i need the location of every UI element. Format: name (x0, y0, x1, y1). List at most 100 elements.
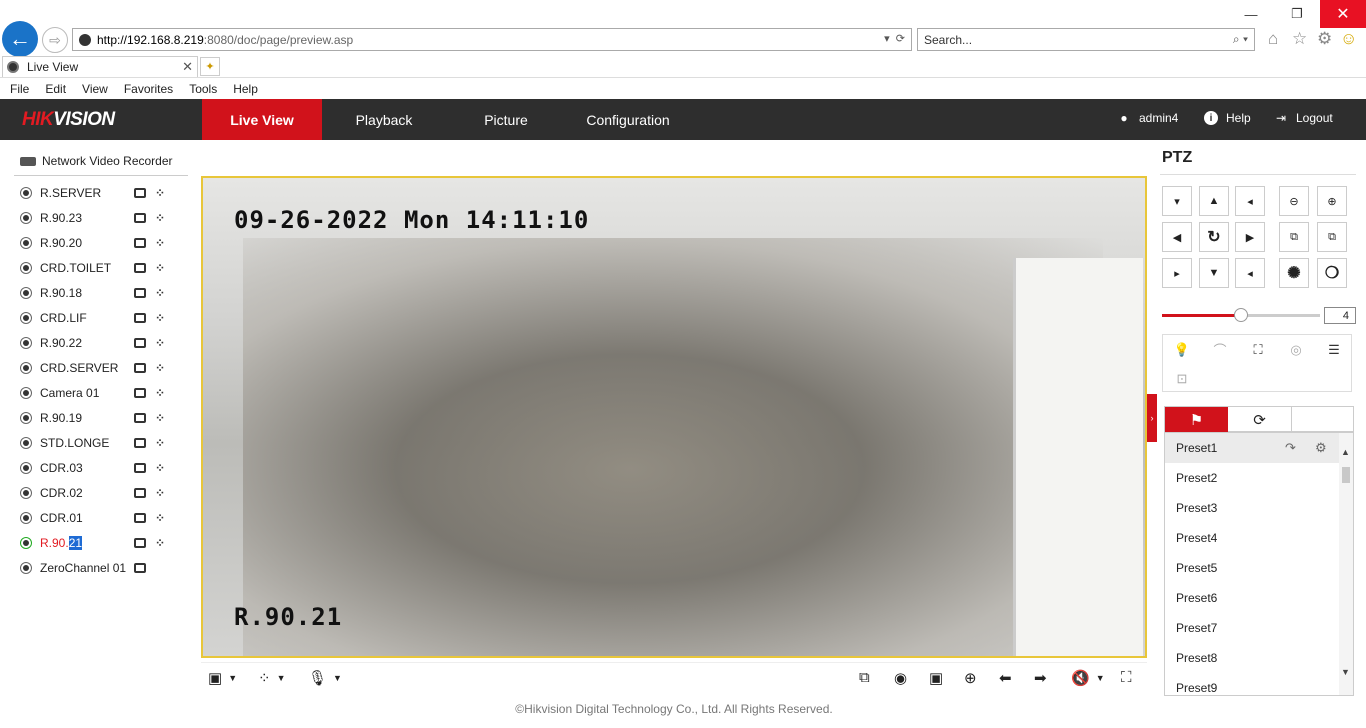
tab-patrol[interactable]: ⟳ (1228, 407, 1291, 432)
menu-button[interactable]: ☰ (1315, 335, 1353, 364)
camera-item[interactable]: CRD.TOILET ⁘ (20, 258, 190, 278)
iris-open-button[interactable]: ✺ (1279, 258, 1309, 288)
stream-icon[interactable]: ⁘ (155, 461, 165, 475)
preset-item[interactable]: Preset3 (1165, 493, 1341, 523)
preset-item[interactable]: Preset5 (1165, 553, 1341, 583)
restore-button[interactable]: ❐ (1274, 0, 1320, 28)
record-icon[interactable] (134, 338, 146, 348)
record-icon[interactable] (134, 563, 146, 573)
stream-icon[interactable]: ⁘ (155, 336, 165, 350)
menu-help[interactable]: Help (233, 82, 258, 96)
ptz-auto-scan-button[interactable]: ↻ (1199, 222, 1229, 252)
ptz-left-button[interactable]: ◀ (1162, 222, 1192, 252)
ptz-down-right-button[interactable]: ◂ (1235, 258, 1265, 288)
ptz-speed-slider[interactable] (1162, 308, 1320, 322)
stream-icon[interactable]: ⁘ (155, 236, 165, 250)
logout-link[interactable]: ⇥ Logout (1274, 111, 1333, 125)
back-button[interactable]: ← (2, 21, 38, 57)
record-icon[interactable] (134, 463, 146, 473)
light-button[interactable]: 💡 (1163, 335, 1201, 364)
record-icon[interactable] (134, 488, 146, 498)
focus-far-button[interactable]: ⧉ (1317, 222, 1347, 252)
tab-configuration[interactable]: Configuration (566, 99, 690, 140)
close-window-button[interactable]: ✕ (1320, 0, 1366, 28)
camera-item[interactable]: R.90.19 ⁘ (20, 408, 190, 428)
camera-item[interactable]: R.90.23 ⁘ (20, 208, 190, 228)
ptz-up-button[interactable]: ▲ (1199, 186, 1229, 216)
wiper-button[interactable]: ⌒ (1201, 335, 1239, 364)
record-icon[interactable] (134, 438, 146, 448)
window-layout-button[interactable]: ▣ ▼ (208, 669, 237, 687)
settings-gear-icon[interactable]: ⚙ (1317, 29, 1332, 49)
refresh-icon[interactable]: ▾ ⟳ (884, 32, 905, 45)
address-bar[interactable]: http://192.168.8.219:8080/doc/page/previ… (72, 28, 912, 51)
preset-scrollbar[interactable]: ▲ ▼ (1339, 433, 1353, 695)
home-icon[interactable]: ⌂ (1268, 29, 1278, 49)
camera-item[interactable]: R.SERVER ⁘ (20, 183, 190, 203)
stream-icon[interactable]: ⁘ (155, 261, 165, 275)
ptz-down-left-button[interactable]: ▸ (1162, 258, 1192, 288)
new-tab-button[interactable]: ✦ (200, 57, 220, 76)
capture-button[interactable]: ◉ (894, 669, 907, 687)
auxiliary-focus-button[interactable]: ⛶ (1239, 335, 1277, 364)
stream-icon[interactable]: ⁘ (155, 411, 165, 425)
record-icon[interactable] (134, 263, 146, 273)
camera-item[interactable]: CRD.LIF ⁘ (20, 308, 190, 328)
stream-icon[interactable]: ⁘ (155, 386, 165, 400)
camera-item[interactable]: R.90.22 ⁘ (20, 333, 190, 353)
zero-channel-item[interactable]: ZeroChannel 01 (20, 558, 190, 578)
next-page-button[interactable]: ➡ (1034, 669, 1047, 687)
scrollbar-thumb[interactable] (1342, 467, 1350, 483)
menu-favorites[interactable]: Favorites (124, 82, 173, 96)
zoom-out-button[interactable]: ⊖ (1279, 186, 1309, 216)
tab-playback[interactable]: Playback (322, 99, 446, 140)
stream-icon[interactable]: ⁘ (155, 286, 165, 300)
stop-all-button[interactable]: ⧉ (859, 669, 870, 686)
tree-root-nvr[interactable]: Network Video Recorder (20, 154, 173, 168)
search-icon[interactable]: ⌕ ▾ (1233, 32, 1248, 47)
menu-file[interactable]: File (10, 82, 29, 96)
preset-item[interactable]: Preset9 (1165, 673, 1341, 695)
camera-item[interactable]: R.90.20 ⁘ (20, 233, 190, 253)
camera-item[interactable]: CRD.SERVER ⁘ (20, 358, 190, 378)
volume-button[interactable]: 🔇 ▼ (1071, 669, 1105, 687)
tab-picture[interactable]: Picture (446, 99, 566, 140)
preset-item[interactable]: Preset6 (1165, 583, 1341, 613)
stream-icon[interactable]: ⁘ (155, 511, 165, 525)
stream-icon[interactable]: ⁘ (155, 486, 165, 500)
zoom-in-button[interactable]: ⊕ (1317, 186, 1347, 216)
fullscreen-button[interactable]: ⛶ (1121, 669, 1132, 686)
collapse-panel-button[interactable]: › (1147, 394, 1157, 442)
record-button[interactable]: ▣ (929, 669, 943, 687)
iris-close-button[interactable]: ❍ (1317, 258, 1347, 288)
camera-item[interactable]: CDR.03 ⁘ (20, 458, 190, 478)
ptz-up-right-button[interactable]: ◂ (1235, 186, 1265, 216)
ptz-down-button[interactable]: ▼ (1199, 258, 1229, 288)
record-icon[interactable] (134, 288, 146, 298)
record-icon[interactable] (134, 313, 146, 323)
preset-item[interactable]: Preset8 (1165, 643, 1341, 673)
stream-icon[interactable]: ⁘ (155, 211, 165, 225)
slider-handle[interactable] (1234, 308, 1248, 322)
record-icon[interactable] (134, 188, 146, 198)
preset-item[interactable]: Preset1 ↷ ⚙ (1165, 433, 1341, 463)
menu-tools[interactable]: Tools (189, 82, 217, 96)
lens-init-button[interactable]: ◎ (1277, 335, 1315, 364)
stream-icon[interactable]: ⁘ (155, 536, 165, 550)
record-icon[interactable] (134, 213, 146, 223)
user-menu[interactable]: ● admin4 (1117, 111, 1178, 125)
record-icon[interactable] (134, 388, 146, 398)
camera-item[interactable]: CDR.01 ⁘ (20, 508, 190, 528)
smiley-icon[interactable]: ☺ (1340, 29, 1357, 49)
stream-type-button[interactable]: ⁘ ▼ (258, 669, 286, 687)
tab-preset[interactable]: ⚑ (1165, 407, 1228, 432)
camera-item[interactable]: CDR.02 ⁘ (20, 483, 190, 503)
minimize-button[interactable]: — (1228, 0, 1274, 28)
record-icon[interactable] (134, 413, 146, 423)
tab-pattern[interactable] (1291, 407, 1354, 432)
stream-icon[interactable]: ⁘ (155, 186, 165, 200)
record-icon[interactable] (134, 238, 146, 248)
preset-item[interactable]: Preset7 (1165, 613, 1341, 643)
goto-preset-icon[interactable]: ↷ (1285, 440, 1296, 456)
live-video[interactable]: 09-26-2022 Mon 14:11:10 R.90.21 (201, 176, 1147, 658)
